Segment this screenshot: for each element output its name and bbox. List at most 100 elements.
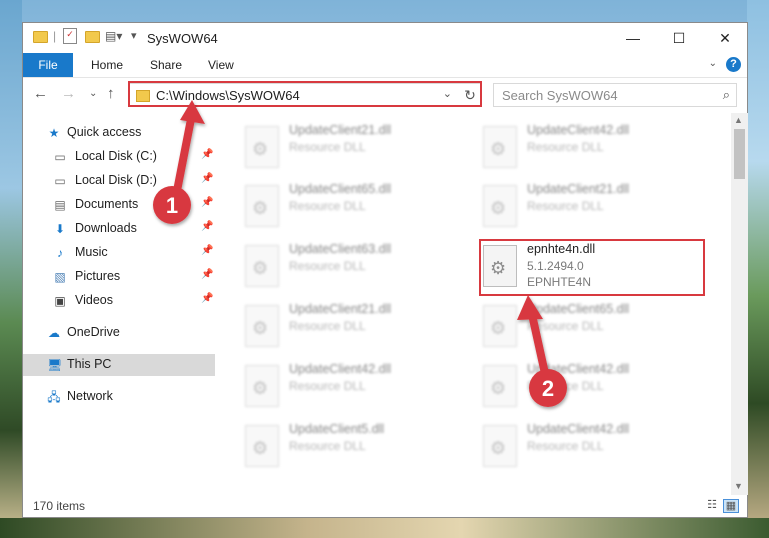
- folder-icon: [33, 31, 48, 43]
- desktop-wallpaper-bottom: [0, 518, 769, 538]
- properties-icon[interactable]: ✓: [63, 28, 77, 44]
- gear-icon: ⚙: [490, 318, 507, 338]
- sidebar-item-label: Videos: [75, 293, 113, 307]
- sidebar-item-quick-access[interactable]: ★ Quick access: [23, 122, 215, 144]
- back-arrow-icon[interactable]: ←: [33, 85, 48, 102]
- sidebar-item-label: Documents: [75, 197, 139, 211]
- details-view-icon[interactable]: ☷: [705, 499, 719, 511]
- search-placeholder: Search SysWOW64: [502, 88, 618, 103]
- tab-home[interactable]: Home: [91, 53, 123, 77]
- sidebar-item-this-pc[interactable]: 🖥 This PC: [23, 354, 215, 376]
- gear-icon: ⚙: [490, 139, 507, 159]
- file-name: UpdateClient21.dll: [527, 182, 630, 196]
- pin-icon: 📌: [201, 197, 214, 208]
- pin-icon: 📌: [201, 221, 214, 232]
- dll-file-icon: ⚙: [245, 365, 279, 407]
- item-count: 170 items: [33, 499, 86, 513]
- tab-share[interactable]: Share: [150, 53, 182, 77]
- file-type: Resource DLL: [289, 439, 366, 453]
- file-name: UpdateClient42.dll: [527, 422, 630, 436]
- sidebar-item-local-disk-d[interactable]: ▭ Local Disk (D:) 📌: [23, 170, 215, 192]
- file-item[interactable]: ⚙ UpdateClient42.dll Resource DLL: [245, 362, 475, 414]
- forward-arrow-icon[interactable]: →: [61, 85, 76, 102]
- file-name: UpdateClient63.dll: [289, 242, 392, 256]
- file-item[interactable]: ⚙ UpdateClient63.dll Resource DLL: [245, 242, 475, 294]
- tab-view[interactable]: View: [208, 53, 234, 77]
- desktop-wallpaper-left: [0, 0, 22, 538]
- file-item[interactable]: ⚙ UpdateClient42.dll Resource DLL: [483, 422, 713, 474]
- file-annotation-box: [479, 239, 705, 296]
- gear-icon: ⚙: [252, 438, 269, 458]
- pin-icon: 📌: [201, 149, 214, 160]
- sidebar-item-label: Pictures: [75, 269, 121, 283]
- maximize-button[interactable]: ☐: [656, 23, 702, 53]
- search-icon[interactable]: ⌕: [723, 87, 730, 103]
- file-name: UpdateClient21.dll: [289, 302, 392, 316]
- address-annotation-box: [128, 81, 482, 107]
- file-type: Resource DLL: [289, 379, 366, 393]
- dll-file-icon: ⚙: [483, 126, 517, 168]
- pictures-icon: ▧: [54, 270, 66, 284]
- file-item[interactable]: ⚙ UpdateClient21.dll Resource DLL: [245, 123, 475, 175]
- sidebar-item-local-disk-c[interactable]: ▭ Local Disk (C:) 📌: [23, 146, 215, 168]
- new-folder-icon[interactable]: [85, 31, 100, 43]
- tab-file[interactable]: File: [23, 53, 73, 77]
- file-explorer-window: | ✓ ▤▾ ▾ SysWOW64 — ☐ ✕ File Home Share …: [22, 22, 748, 518]
- navigation-pane: ★ Quick access ▭ Local Disk (C:) 📌 ▭ Loc…: [23, 113, 215, 495]
- file-type: Resource DLL: [527, 379, 604, 393]
- navigation-bar: ← → ⌄ ↑ C:\Windows\SysWOW64 ⌄ ↻ Search S…: [23, 78, 747, 112]
- file-item[interactable]: ⚙ UpdateClient42.dll Resource DLL: [483, 362, 713, 414]
- sidebar-item-network[interactable]: 🖧 Network: [23, 386, 215, 408]
- dll-file-icon: ⚙: [245, 425, 279, 467]
- file-item[interactable]: ⚙ UpdateClient21.dll Resource DLL: [483, 182, 713, 234]
- videos-icon: ▣: [54, 294, 66, 308]
- scroll-down-icon[interactable]: ▼: [734, 481, 743, 491]
- sidebar-item-downloads[interactable]: ⬇ Downloads 📌: [23, 218, 215, 240]
- help-icon[interactable]: ?: [726, 57, 741, 72]
- expand-ribbon-icon[interactable]: ⌄: [709, 58, 717, 69]
- sidebar-item-videos[interactable]: ▣ Videos 📌: [23, 290, 215, 312]
- large-icons-view-icon[interactable]: ▦: [723, 499, 739, 513]
- customize-toolbar-icon[interactable]: ▤▾: [105, 29, 122, 43]
- file-type: Resource DLL: [289, 199, 366, 213]
- sidebar-item-label: Network: [67, 389, 113, 403]
- sidebar-item-music[interactable]: ♪ Music 📌: [23, 242, 215, 264]
- file-type: Resource DLL: [289, 259, 366, 273]
- scroll-up-icon[interactable]: ▲: [734, 115, 743, 125]
- file-item[interactable]: ⚙ UpdateClient65.dll Resource DLL: [483, 302, 713, 354]
- dll-file-icon: ⚙: [483, 425, 517, 467]
- file-item[interactable]: ⚙ UpdateClient42.dll Resource DLL: [483, 123, 713, 175]
- file-list: ⚙ UpdateClient21.dll Resource DLL ⚙ Upda…: [215, 113, 731, 495]
- sidebar-item-label: Quick access: [67, 125, 142, 139]
- file-type: Resource DLL: [527, 439, 604, 453]
- dll-file-icon: ⚙: [245, 185, 279, 227]
- search-input[interactable]: Search SysWOW64 ⌕: [493, 83, 737, 107]
- gear-icon: ⚙: [252, 139, 269, 159]
- sidebar-item-pictures[interactable]: ▧ Pictures 📌: [23, 266, 215, 288]
- sidebar-item-onedrive[interactable]: ☁ OneDrive: [23, 322, 215, 344]
- scrollbar-thumb[interactable]: [734, 129, 745, 179]
- drive-icon: ▭: [54, 174, 66, 188]
- sidebar-item-label: This PC: [67, 357, 112, 371]
- dll-file-icon: ⚙: [245, 245, 279, 287]
- sidebar-item-documents[interactable]: ▤ Documents 📌: [23, 194, 215, 216]
- gear-icon: ⚙: [490, 198, 507, 218]
- file-type: Resource DLL: [527, 319, 604, 333]
- recent-locations-icon[interactable]: ⌄: [89, 88, 97, 99]
- file-item[interactable]: ⚙ UpdateClient5.dll Resource DLL: [245, 422, 475, 474]
- close-button[interactable]: ✕: [702, 23, 748, 53]
- file-item[interactable]: ⚙ UpdateClient21.dll Resource DLL: [245, 302, 475, 354]
- network-icon: 🖧: [47, 390, 61, 404]
- file-name: UpdateClient65.dll: [289, 182, 392, 196]
- gear-icon: ⚙: [252, 318, 269, 338]
- chevron-down-icon[interactable]: ▾: [131, 29, 137, 42]
- file-item[interactable]: ⚙ UpdateClient65.dll Resource DLL: [245, 182, 475, 234]
- vertical-scrollbar[interactable]: ▲ ▼: [731, 113, 748, 495]
- minimize-button[interactable]: —: [610, 23, 656, 53]
- gear-icon: ⚙: [490, 378, 507, 398]
- sidebar-item-label: Local Disk (D:): [75, 173, 157, 187]
- cloud-icon: ☁: [48, 326, 60, 340]
- pin-icon: 📌: [201, 245, 214, 256]
- dll-file-icon: ⚙: [483, 365, 517, 407]
- up-arrow-icon[interactable]: ↑: [107, 85, 115, 102]
